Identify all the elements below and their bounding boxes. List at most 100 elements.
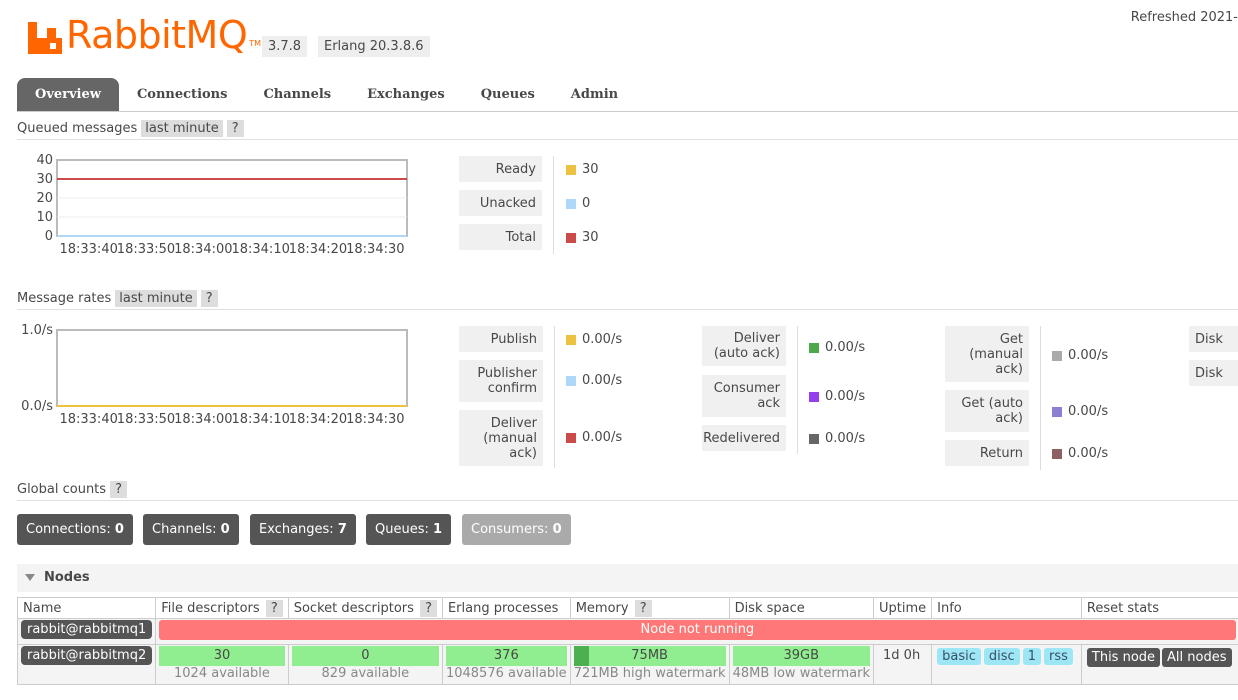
col-name[interactable]: Name xyxy=(16,597,157,619)
publish-value: 0.00/s xyxy=(582,332,623,347)
info-tag-rss: rss xyxy=(1044,648,1073,665)
reset-this-node-button[interactable]: This node xyxy=(1086,648,1161,667)
y-tick-label: 20 xyxy=(36,191,53,206)
legend-label-publisher-confirm: Publisher confirm xyxy=(459,360,543,402)
mem-help-icon[interactable]: ? xyxy=(634,599,652,617)
message-rates-title: Message rates xyxy=(17,291,112,306)
uptime-cell: 1d 0h xyxy=(873,644,933,685)
publisher-confirm-swatch xyxy=(566,375,576,386)
ep-cell: 376 1048576 available xyxy=(441,644,571,685)
node-link[interactable]: rabbit@rabbitmq1 xyxy=(21,620,153,639)
connections-count-button[interactable]: Connections: 0 xyxy=(17,514,133,545)
queued-messages-title: Queued messages xyxy=(17,121,138,136)
refreshed-status[interactable]: Refreshed 2021- xyxy=(1131,10,1238,25)
disk-watermark: 48MB low watermark xyxy=(732,666,871,681)
col-reset-stats[interactable]: Reset stats xyxy=(1080,597,1238,619)
col-disk-space[interactable]: Disk space xyxy=(728,597,875,619)
node-not-running-status: Node not running xyxy=(159,620,1236,640)
consumer-ack-swatch xyxy=(809,391,819,402)
section-divider xyxy=(17,309,1238,310)
legend-value-publisher-confirm: 0.00/s xyxy=(566,373,622,388)
col-memory[interactable]: Memory ? xyxy=(569,597,730,619)
connections-count-label: Connections: xyxy=(26,522,111,537)
col-ep-label: Erlang processes xyxy=(447,600,559,616)
col-mem-label: Memory xyxy=(575,600,629,616)
channels-count-label: Channels: xyxy=(152,522,217,537)
tab-connections[interactable]: Connections xyxy=(119,78,246,111)
publish-swatch xyxy=(566,334,576,345)
consumers-count-button[interactable]: Consumers: 0 xyxy=(462,514,571,545)
deliver-manual-swatch xyxy=(566,432,576,443)
y-tick-label: 10 xyxy=(36,210,53,225)
collapse-triangle-icon xyxy=(25,574,35,581)
unacked-swatch xyxy=(566,198,576,209)
col-uptime[interactable]: Uptime xyxy=(873,597,933,619)
channels-count-button[interactable]: Channels: 0 xyxy=(143,514,239,545)
queued-messages-header: Queued messages last minute? xyxy=(17,120,244,137)
sd-available: 829 available xyxy=(321,666,410,681)
global-help-icon[interactable]: ? xyxy=(110,481,127,498)
exchanges-count-label: Exchanges: xyxy=(259,522,334,537)
fd-help-icon[interactable]: ? xyxy=(265,599,283,617)
x-tick-label: 18:34:30 xyxy=(346,242,404,257)
x-tick-label: 18:33:40 xyxy=(59,242,117,257)
global-counts-header: Global counts? xyxy=(17,481,127,498)
x-tick-label: 18:34:30 xyxy=(346,412,404,427)
legend-label-total: Total xyxy=(459,224,542,250)
col-erlang-processes[interactable]: Erlang processes xyxy=(441,597,571,619)
logo-tm: TM xyxy=(249,39,262,48)
tab-channels[interactable]: Channels xyxy=(245,78,349,111)
col-sd-label: Socket descriptors xyxy=(293,600,414,616)
y-tick-label: 40 xyxy=(36,153,53,168)
table-row: rabbit@rabbitmq2 30 1024 available 0 829 a… xyxy=(16,644,1238,685)
col-file-descriptors[interactable]: File descriptors ? xyxy=(155,597,289,619)
rabbitmq-logo[interactable]: RabbitMQ TM xyxy=(28,14,261,54)
rates-legend-col4: Disk Disk xyxy=(1189,326,1238,396)
sd-help-icon[interactable]: ? xyxy=(420,599,437,617)
plot-area xyxy=(56,329,408,407)
x-tick-label: 18:33:50 xyxy=(117,242,175,257)
mem-bar: 75MB xyxy=(573,646,726,666)
rabbit-logo-icon xyxy=(28,22,62,54)
mem-cell: 75MB 721MB high watermark xyxy=(569,644,730,685)
y-tick-label: 0.0/s xyxy=(21,399,53,414)
nodes-section-toggle[interactable]: Nodes xyxy=(17,564,1238,592)
info-tag-disc: disc xyxy=(983,648,1020,665)
y-tick-label: 30 xyxy=(36,172,53,187)
exchanges-count-button[interactable]: Exchanges: 7 xyxy=(250,514,356,545)
legend-value-deliver-manual: 0.00/s xyxy=(566,430,622,445)
reset-all-nodes-button[interactable]: All nodes xyxy=(1162,648,1232,667)
queued-help-icon[interactable]: ? xyxy=(226,120,244,137)
rates-range-selector[interactable]: last minute xyxy=(115,290,197,307)
legend-separator xyxy=(1040,326,1041,470)
info-tag-basic: basic xyxy=(937,648,981,665)
queues-count-label: Queues: xyxy=(375,522,429,537)
redelivered-swatch xyxy=(809,433,819,444)
tab-exchanges[interactable]: Exchanges xyxy=(349,78,463,111)
legend-value-publish: 0.00/s xyxy=(566,332,622,347)
disk-cell: 39GB 48MB low watermark xyxy=(728,644,875,685)
get-manual-swatch xyxy=(1052,350,1062,361)
legend-separator xyxy=(553,156,554,254)
info-tag-count: 1 xyxy=(1022,648,1041,665)
table-row: rabbit@rabbitmq1 Node not running xyxy=(16,618,1238,645)
erlang-version-badge: Erlang 20.3.8.6 xyxy=(318,36,430,57)
tab-admin[interactable]: Admin xyxy=(553,78,636,111)
tab-queues[interactable]: Queues xyxy=(463,78,553,111)
col-info[interactable]: Info xyxy=(931,597,1082,619)
queued-range-selector[interactable]: last minute xyxy=(141,120,223,137)
get-auto-swatch xyxy=(1052,406,1062,417)
queues-count-button[interactable]: Queues: 1 xyxy=(366,514,452,545)
tab-overview[interactable]: Overview xyxy=(17,78,119,111)
node-link[interactable]: rabbit@rabbitmq2 xyxy=(21,646,153,665)
legend-label-return: Return xyxy=(945,440,1029,466)
rates-help-icon[interactable]: ? xyxy=(200,290,218,307)
legend-label-unacked: Unacked xyxy=(459,190,542,216)
nodes-table: Name File descriptors ? Socket descripto… xyxy=(16,597,1238,685)
sd-cell: 0 829 available xyxy=(287,644,443,685)
legend-label-ready: Ready xyxy=(459,156,542,182)
legend-label-deliver-auto-ack: Deliver (auto ack) xyxy=(702,326,786,366)
col-socket-descriptors[interactable]: Socket descriptors ? xyxy=(287,597,443,619)
fd-available: 1024 available xyxy=(174,666,270,681)
fd-cell: 30 1024 available xyxy=(155,644,289,685)
